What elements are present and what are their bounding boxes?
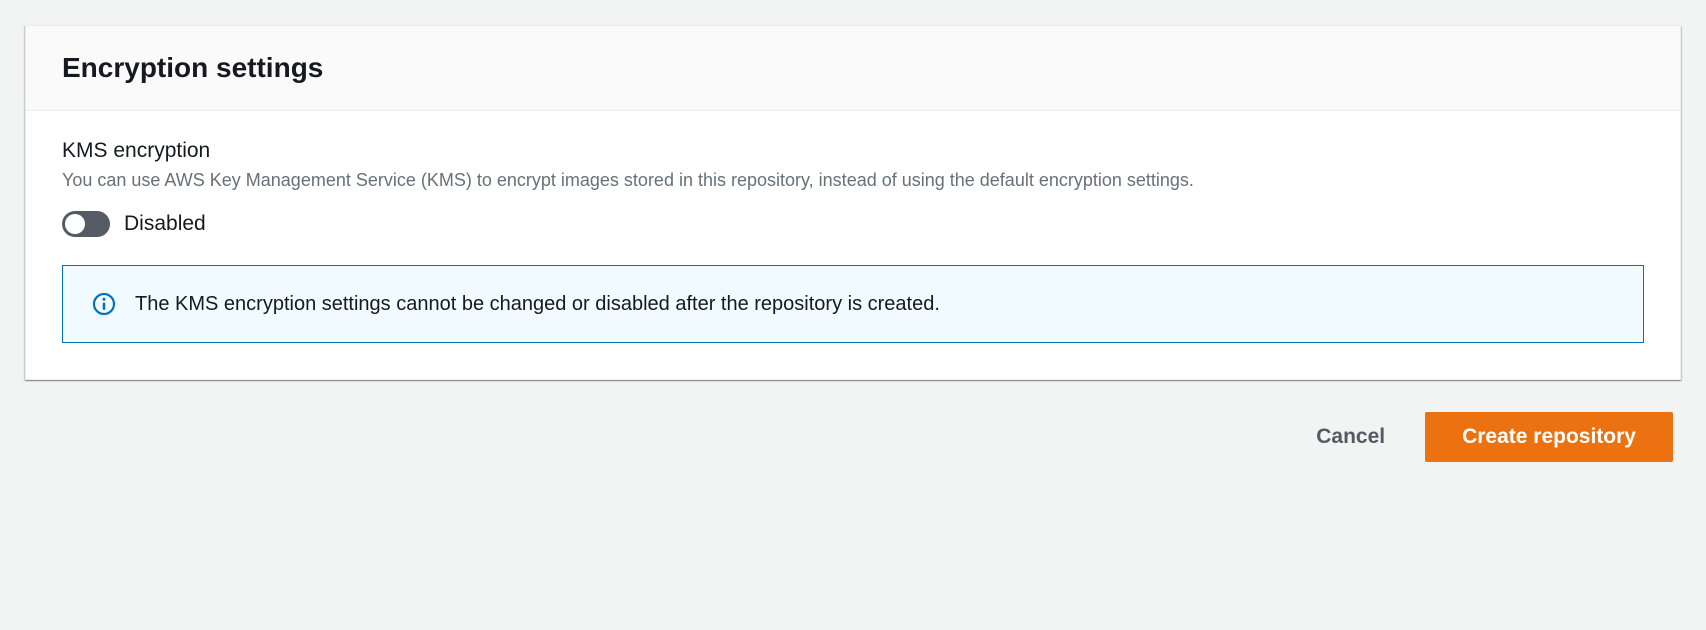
info-icon [91,291,117,317]
kms-toggle-row: Disabled [62,211,1644,237]
info-alert-text: The KMS encryption settings cannot be ch… [135,290,940,318]
encryption-settings-panel: Encryption settings KMS encryption You c… [25,25,1681,380]
kms-encryption-toggle[interactable] [62,211,110,237]
cancel-button[interactable]: Cancel [1304,415,1397,459]
panel-title: Encryption settings [62,50,1644,86]
footer-actions: Cancel Create repository [25,380,1681,462]
toggle-state-label: Disabled [124,212,206,236]
kms-encryption-description: You can use AWS Key Management Service (… [62,167,1644,193]
panel-body: KMS encryption You can use AWS Key Manag… [26,111,1680,379]
toggle-knob [65,214,85,234]
panel-header: Encryption settings [26,26,1680,111]
create-repository-button[interactable]: Create repository [1425,412,1673,462]
info-alert: The KMS encryption settings cannot be ch… [62,265,1644,343]
kms-encryption-label: KMS encryption [62,139,1644,163]
